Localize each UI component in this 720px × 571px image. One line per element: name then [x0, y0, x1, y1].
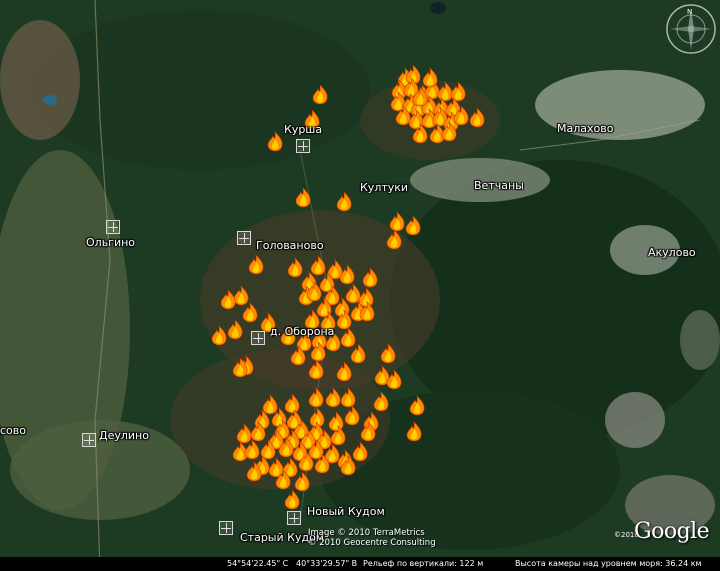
- place-pin-icon[interactable]: [296, 139, 310, 153]
- fire-icon[interactable]: [248, 254, 264, 275]
- copyright-notice: Image © 2010 TerraMetrics © 2010 Geocent…: [308, 528, 436, 548]
- place-pin-icon[interactable]: [287, 511, 301, 525]
- fire-icon[interactable]: [267, 131, 283, 152]
- longitude-readout: 40°33'29.57" В: [296, 559, 358, 568]
- fire-icon[interactable]: [312, 84, 328, 105]
- place-label-novy-kudom[interactable]: Новый Кудом: [307, 505, 385, 518]
- place-label-kultuki[interactable]: Култуки: [360, 181, 408, 194]
- fire-icon[interactable]: [284, 489, 300, 510]
- fire-icon[interactable]: [340, 387, 356, 408]
- elevation-readout: Рельеф по вертикали: 122 м: [363, 559, 484, 568]
- place-label-deulino[interactable]: Деулино: [99, 429, 149, 442]
- place-label-akulovo[interactable]: Акулово: [648, 246, 696, 259]
- fire-icon[interactable]: [242, 302, 258, 323]
- place-pin-icon[interactable]: [82, 433, 96, 447]
- place-label-kursha[interactable]: Курша: [284, 123, 322, 136]
- fire-icon[interactable]: [437, 81, 453, 102]
- place-label-vetchany[interactable]: Ветчаны: [474, 179, 524, 192]
- fire-icon[interactable]: [422, 67, 438, 88]
- fire-icon[interactable]: [469, 107, 485, 128]
- fire-icon[interactable]: [344, 405, 360, 426]
- fire-icon[interactable]: [233, 285, 249, 306]
- place-label-olgino[interactable]: Ольгино: [86, 236, 135, 249]
- fire-icon[interactable]: [336, 361, 352, 382]
- copyright-line-1: Image © 2010 TerraMetrics: [308, 528, 425, 538]
- fire-icon[interactable]: [328, 411, 344, 432]
- fire-icon[interactable]: [358, 287, 374, 308]
- fire-icon[interactable]: [340, 327, 356, 348]
- fire-icon[interactable]: [389, 211, 405, 232]
- fire-icon[interactable]: [262, 394, 278, 415]
- fire-icon[interactable]: [406, 421, 422, 442]
- fire-icon[interactable]: [386, 229, 402, 250]
- place-label-d-oborona[interactable]: д. Оборона: [270, 325, 334, 338]
- compass-icon[interactable]: N: [664, 2, 718, 56]
- fire-icon[interactable]: [244, 439, 260, 460]
- place-pin-icon[interactable]: [251, 331, 265, 345]
- compass-north-label: N: [687, 8, 692, 16]
- fire-icon[interactable]: [294, 471, 310, 492]
- fire-icon[interactable]: [362, 267, 378, 288]
- fire-icon[interactable]: [325, 387, 341, 408]
- google-logo: Google: [634, 519, 710, 544]
- place-label-golovanovo[interactable]: Голованово: [256, 239, 324, 252]
- status-bar: 54°54'22.45" С 40°33'29.57" В Рельеф по …: [0, 557, 720, 571]
- place-label-osovo[interactable]: сово: [0, 424, 26, 437]
- eye-altitude-readout: Высота камеры над уровнем моря: 36.24 км: [515, 559, 702, 568]
- fire-icon[interactable]: [345, 283, 361, 304]
- place-pin-icon[interactable]: [106, 220, 120, 234]
- fire-icon[interactable]: [336, 191, 352, 212]
- place-pin-icon[interactable]: [237, 231, 251, 245]
- fire-icon[interactable]: [350, 343, 366, 364]
- fire-icon[interactable]: [220, 289, 236, 310]
- fire-icon[interactable]: [409, 395, 425, 416]
- copyright-line-2: © 2010 Geocentre Consulting: [308, 538, 436, 548]
- fire-icon[interactable]: [308, 359, 324, 380]
- fire-icon[interactable]: [284, 393, 300, 414]
- fire-icon[interactable]: [287, 257, 303, 278]
- fire-icon[interactable]: [380, 343, 396, 364]
- place-label-malakhovo[interactable]: Малахово: [557, 122, 613, 135]
- fire-icon[interactable]: [236, 423, 252, 444]
- fire-icon[interactable]: [373, 391, 389, 412]
- fire-icon[interactable]: [227, 319, 243, 340]
- fire-icon[interactable]: [386, 369, 402, 390]
- fire-icon[interactable]: [310, 255, 326, 276]
- fire-layer: [211, 64, 485, 510]
- map-view[interactable]: Курша Малахово Култуки Ветчаны Ольгино Г…: [0, 0, 720, 571]
- fire-icon[interactable]: [339, 264, 355, 285]
- fire-icon[interactable]: [405, 215, 421, 236]
- latitude-readout: 54°54'22.45" С: [227, 559, 289, 568]
- fire-icon[interactable]: [308, 387, 324, 408]
- place-pin-icon[interactable]: [219, 521, 233, 535]
- fire-icon[interactable]: [295, 187, 311, 208]
- fire-icon[interactable]: [211, 325, 227, 346]
- fire-icon[interactable]: [352, 441, 368, 462]
- fire-icon[interactable]: [232, 357, 248, 378]
